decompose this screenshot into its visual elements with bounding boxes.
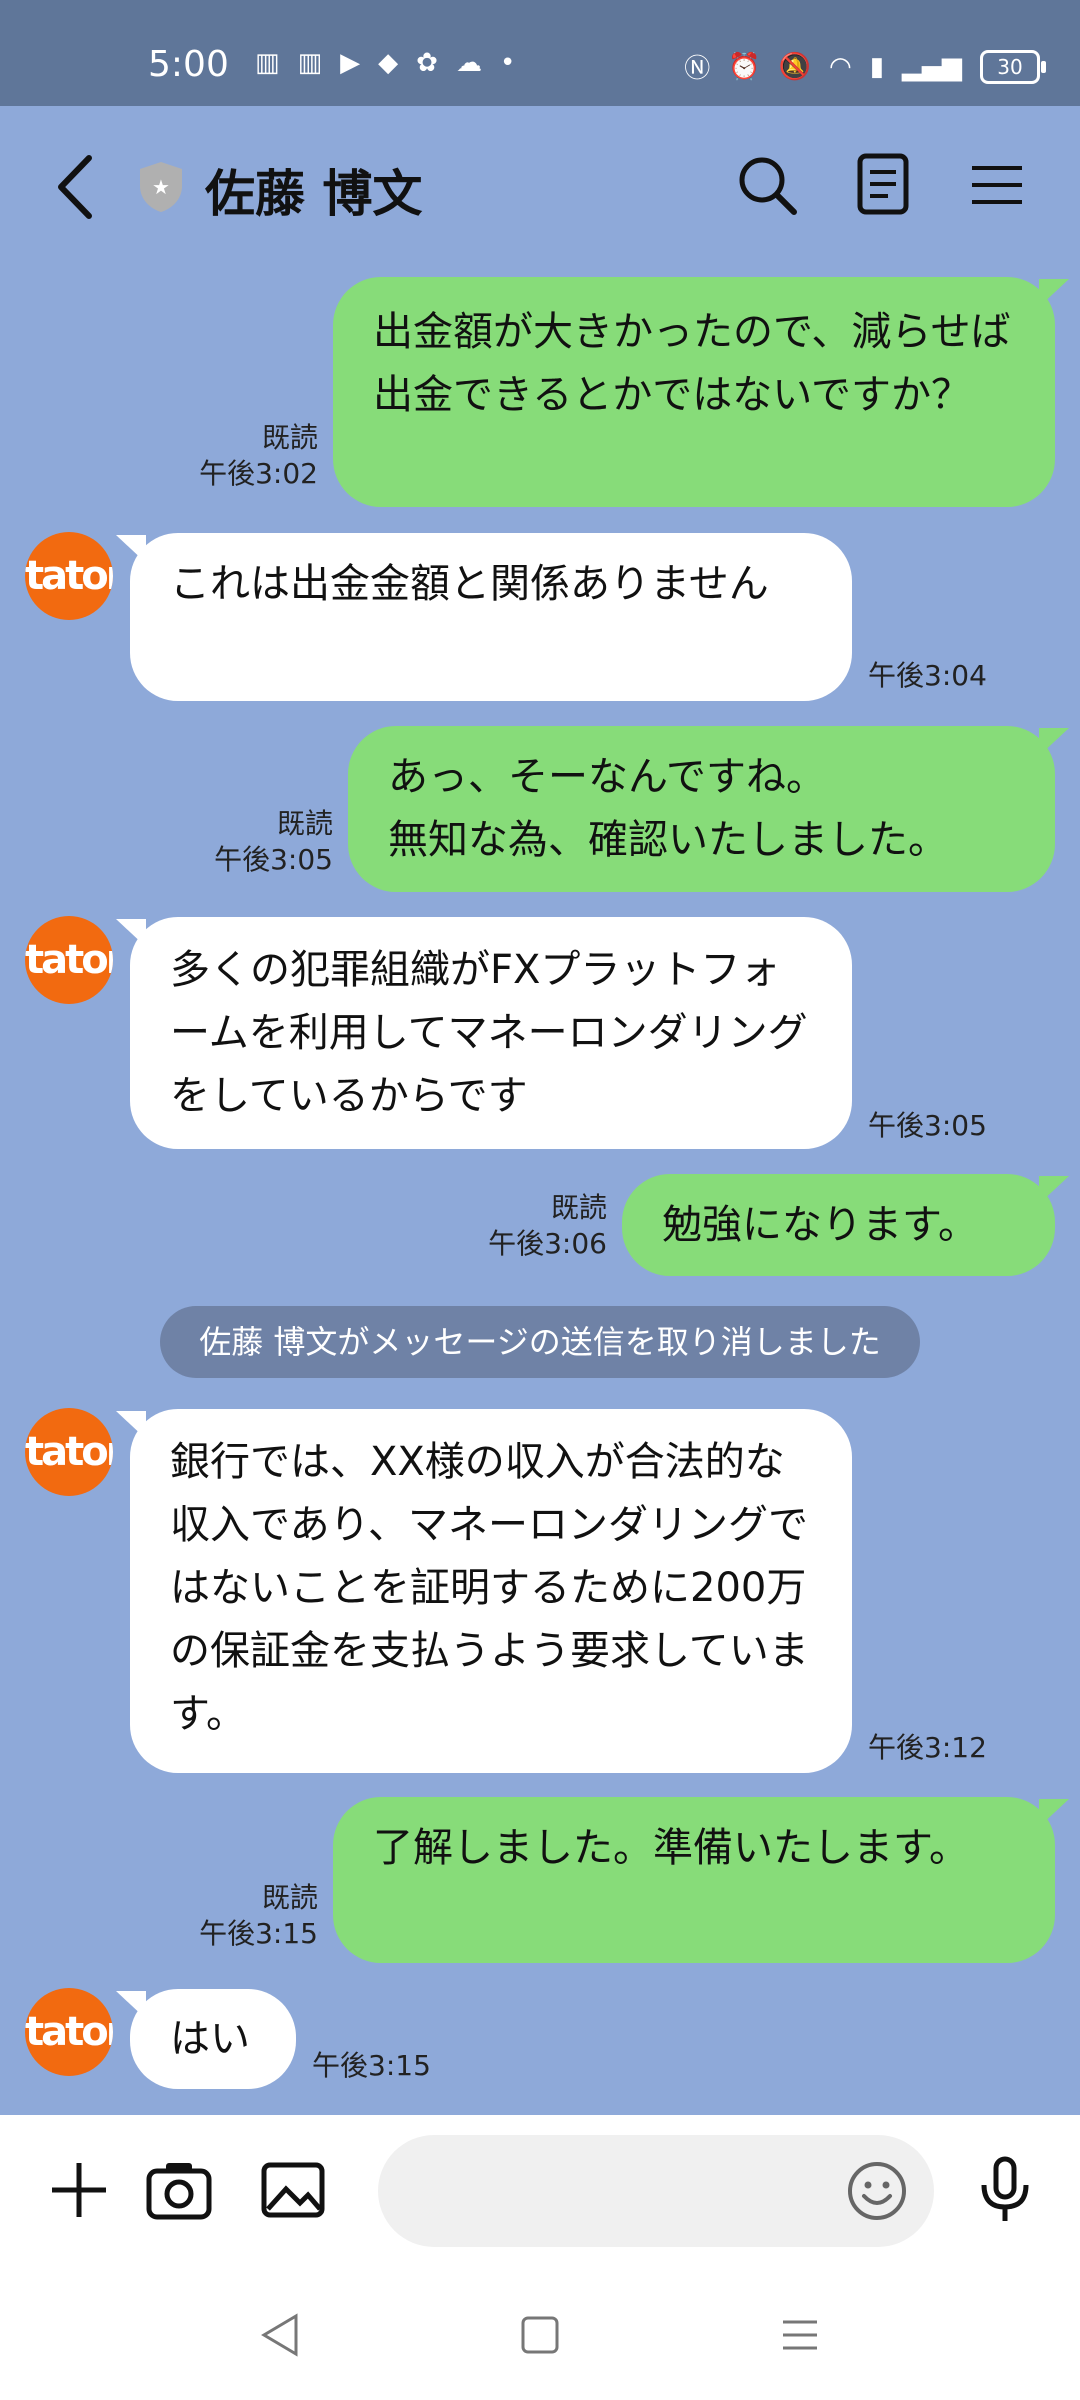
message-time: 午後3:15 <box>199 1917 318 1950</box>
avatar[interactable]: taton <box>25 1988 113 2076</box>
app-icon: ◆ <box>378 48 399 78</box>
message-time: 午後3:15 <box>312 2049 431 2082</box>
avatar[interactable]: taton <box>25 916 113 1004</box>
message-meta: 既読 午後3:06 <box>488 1190 607 1262</box>
battery-icon: 30 <box>980 49 1046 84</box>
read-receipt: 既読 <box>550 1191 607 1224</box>
message-time: 午後3:06 <box>488 1227 607 1260</box>
message-time: 午後3:04 <box>868 659 987 692</box>
message-time: 午後3:05 <box>868 1109 987 1142</box>
volte-icon: ▮ <box>869 51 884 82</box>
message-time: 午後3:05 <box>214 843 333 876</box>
plus-icon[interactable] <box>44 2155 114 2225</box>
unsend-notice: 佐藤 博文がメッセージの送信を取り消しました <box>160 1306 920 1378</box>
sheep-icon: ☁ <box>455 48 482 78</box>
nav-home-icon[interactable] <box>515 2310 565 2360</box>
message-meta: 既読 午後3:02 <box>199 420 318 492</box>
avatar[interactable]: taton <box>25 1408 113 1496</box>
read-receipt: 既読 <box>261 421 318 454</box>
incoming-message[interactable]: これは出金金額と関係ありません <box>116 533 852 701</box>
signal-icon: ▂▄▆ <box>902 51 962 82</box>
app-icon: ✿ <box>416 48 438 78</box>
nav-back-icon[interactable] <box>256 2310 306 2360</box>
message-time: 午後3:02 <box>199 457 318 490</box>
wifi-icon: ◠ <box>829 51 852 82</box>
read-receipt: 既読 <box>276 807 333 840</box>
back-icon[interactable] <box>55 152 95 222</box>
shield-icon: ★ <box>140 162 182 212</box>
sim-icon: ▥ <box>297 48 323 78</box>
sim-icon: ▥ <box>255 48 280 78</box>
outgoing-message[interactable]: 勉強になります。 <box>622 1174 1069 1276</box>
system-icons: Ⓝ ⏰ 🔕 ◠ ▮ ▂▄▆ 30 <box>684 48 1046 85</box>
menu-icon[interactable] <box>962 150 1032 220</box>
notification-icons: ▥ ▥ ▶ ◆ ✿ ☁ • <box>255 48 515 78</box>
nfc-icon: Ⓝ <box>684 54 711 84</box>
message-meta: 既読 午後3:15 <box>199 1880 318 1952</box>
dot-icon: • <box>499 48 516 78</box>
message-time: 午後3:12 <box>868 1731 987 1764</box>
incoming-message[interactable]: 銀行では、XX様の収入が合法的な収入であり、マネーロンダリングではないことを証明… <box>116 1409 852 1773</box>
youtube-icon: ▶ <box>340 48 361 78</box>
status-time: 5:00 <box>148 44 229 85</box>
svg-text:★: ★ <box>152 175 170 199</box>
emoji-icon[interactable] <box>846 2160 908 2222</box>
avatar[interactable]: taton <box>25 532 113 620</box>
outgoing-message[interactable]: 出金額が大きかったので、減らせば出金できるとかではないですか？ <box>333 277 1069 507</box>
search-icon[interactable] <box>732 150 802 220</box>
camera-icon[interactable] <box>144 2155 214 2225</box>
incoming-message[interactable]: はい <box>116 1989 296 2089</box>
image-icon[interactable] <box>258 2155 328 2225</box>
incoming-message[interactable]: 多くの犯罪組織がFXプラットフォームを利用してマネーロンダリングをしているからで… <box>116 917 852 1149</box>
nav-recents-icon[interactable] <box>775 2310 825 2360</box>
alarm-icon: ⏰ <box>728 51 761 82</box>
read-receipt: 既読 <box>261 1881 318 1914</box>
message-meta: 既読 午後3:05 <box>214 806 333 878</box>
chat-title: 佐藤 博文 <box>205 165 423 223</box>
mute-icon: 🔕 <box>778 51 811 82</box>
status-bar: 5:00 ▥ ▥ ▶ ◆ ✿ ☁ • Ⓝ ⏰ 🔕 ◠ ▮ ▂▄▆ 30 <box>0 0 1080 106</box>
outgoing-message[interactable]: 了解しました。準備いたします。 <box>333 1797 1069 1963</box>
microphone-icon[interactable] <box>970 2155 1040 2225</box>
notes-icon[interactable] <box>848 150 918 220</box>
outgoing-message[interactable]: あっ、そーなんですね。 無知な為、確認いたしました。 <box>348 726 1069 892</box>
